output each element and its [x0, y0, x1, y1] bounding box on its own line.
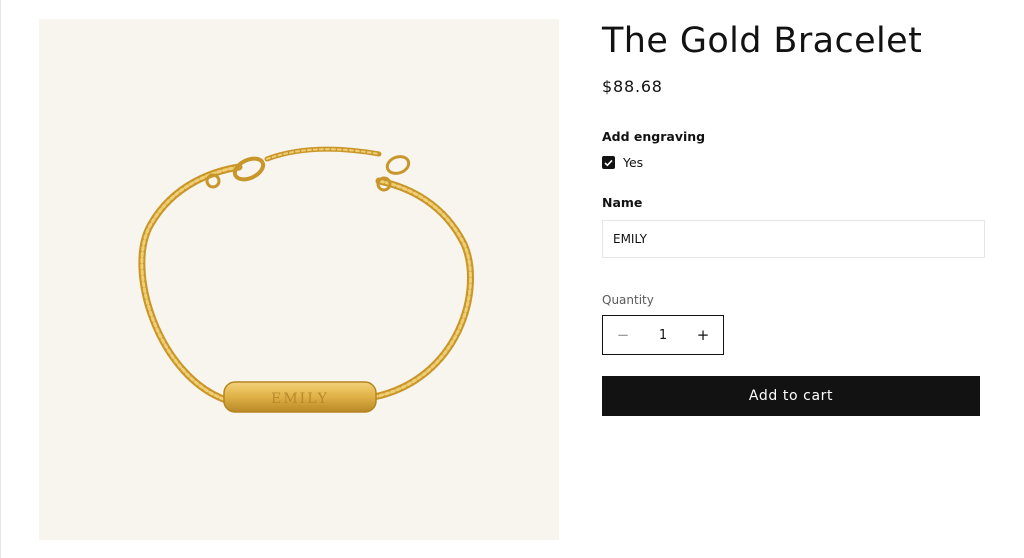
- engraving-checkbox[interactable]: Yes: [602, 155, 643, 170]
- engraving-checkbox-label: Yes: [623, 155, 644, 170]
- bracelet-illustration: EMILY: [138, 146, 474, 413]
- engraving-label: Add engraving: [602, 129, 706, 144]
- quantity-value[interactable]: 1: [643, 328, 683, 343]
- minus-icon[interactable]: −: [603, 316, 643, 354]
- page-left-border: [0, 0, 1, 558]
- product-image[interactable]: EMILY: [39, 19, 559, 540]
- checkbox-checked-icon[interactable]: [602, 156, 615, 169]
- add-to-cart-button[interactable]: Add to cart: [602, 376, 980, 416]
- quantity-stepper: − 1 +: [602, 315, 724, 355]
- plus-icon[interactable]: +: [683, 316, 723, 354]
- engraving-preview-text: EMILY: [271, 391, 329, 407]
- name-input[interactable]: [602, 220, 985, 258]
- page-title: The Gold Bracelet: [602, 21, 923, 61]
- product-price: $88.68: [602, 77, 663, 96]
- quantity-label: Quantity: [602, 293, 654, 307]
- name-field-label: Name: [602, 195, 643, 210]
